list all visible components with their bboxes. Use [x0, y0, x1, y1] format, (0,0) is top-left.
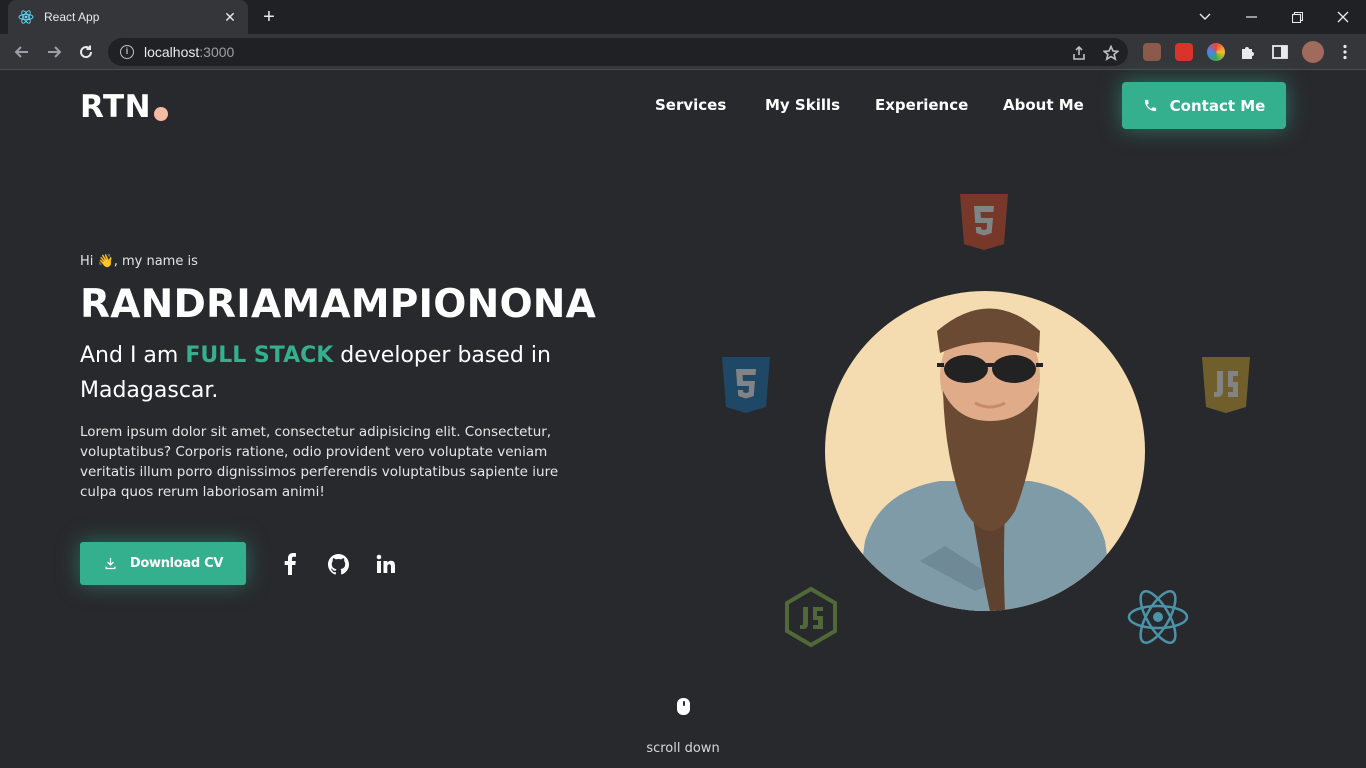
phone-icon — [1144, 99, 1156, 112]
side-panel-icon[interactable] — [1271, 43, 1289, 61]
tagline-prefix: And I am — [80, 343, 186, 368]
html5-icon — [958, 192, 1010, 257]
facebook-icon[interactable] — [278, 552, 302, 576]
reload-icon[interactable] — [74, 40, 98, 64]
logo-dot — [154, 107, 168, 121]
tab-search-icon[interactable] — [1182, 0, 1228, 34]
site-info-icon[interactable]: i — [120, 45, 134, 59]
js-icon — [1200, 355, 1252, 420]
puzzle-extensions-icon[interactable] — [1239, 43, 1257, 61]
nav-experience[interactable]: Experience — [875, 96, 968, 114]
url-port: :3000 — [199, 44, 235, 60]
minimize-icon[interactable] — [1228, 0, 1274, 34]
extension-icon[interactable] — [1175, 43, 1193, 61]
extension-icon[interactable] — [1143, 43, 1161, 61]
url-host: localhost — [144, 44, 200, 60]
hero-tagline: And I am FULL STACK developer based in M… — [80, 338, 600, 408]
profile-avatar[interactable] — [1302, 41, 1324, 63]
address-bar[interactable]: i localhost:3000 — [108, 38, 1128, 66]
nodejs-icon — [783, 586, 839, 653]
hero-description: Lorem ipsum dolor sit amet, consectetur … — [80, 424, 559, 500]
css3-icon — [720, 355, 772, 420]
download-cv-label: Download CV — [129, 556, 224, 571]
extension-icon[interactable] — [1207, 43, 1225, 61]
scroll-down-label[interactable]: scroll down — [0, 741, 1366, 756]
nav-about-me[interactable]: About Me — [1003, 96, 1084, 114]
browser-tab[interactable]: React App ✕ — [8, 0, 248, 34]
nav-my-skills[interactable]: My Skills — [765, 96, 840, 114]
tab-title: React App — [44, 10, 100, 24]
tagline-highlight: FULL STACK — [185, 343, 334, 368]
share-icon[interactable] — [1071, 45, 1087, 61]
contact-me-button[interactable]: Contact Me — [1122, 82, 1286, 129]
contact-me-label: Contact Me — [1169, 96, 1266, 115]
new-tab-button[interactable]: + — [258, 6, 280, 28]
browser-tab-bar: React App ✕ + — [0, 0, 1366, 34]
site-header: RTN Services My Skills Experience About … — [0, 71, 1366, 141]
hero-name: RANDRIAMAMPIONONA — [80, 282, 597, 327]
tab-close-icon[interactable]: ✕ — [222, 9, 238, 26]
mouse-scroll-icon[interactable] — [677, 698, 690, 715]
react-icon — [1126, 586, 1190, 653]
close-window-icon[interactable] — [1320, 0, 1366, 34]
react-favicon-icon — [18, 9, 34, 25]
hero-greeting: Hi 👋, my name is — [80, 254, 198, 269]
linkedin-icon[interactable] — [374, 552, 398, 576]
nav-services[interactable]: Services — [655, 96, 726, 114]
restore-icon[interactable] — [1274, 0, 1320, 34]
profile-photo — [825, 291, 1145, 611]
menu-kebab-icon[interactable] — [1336, 43, 1354, 61]
forward-icon[interactable] — [42, 40, 66, 64]
download-icon — [105, 557, 116, 570]
github-icon[interactable] — [326, 552, 350, 576]
site-logo[interactable]: RTN — [80, 89, 151, 125]
download-cv-button[interactable]: Download CV — [80, 542, 246, 585]
browser-toolbar: i localhost:3000 — [0, 34, 1366, 70]
bookmark-star-icon[interactable] — [1102, 44, 1120, 61]
back-icon[interactable] — [10, 40, 34, 64]
